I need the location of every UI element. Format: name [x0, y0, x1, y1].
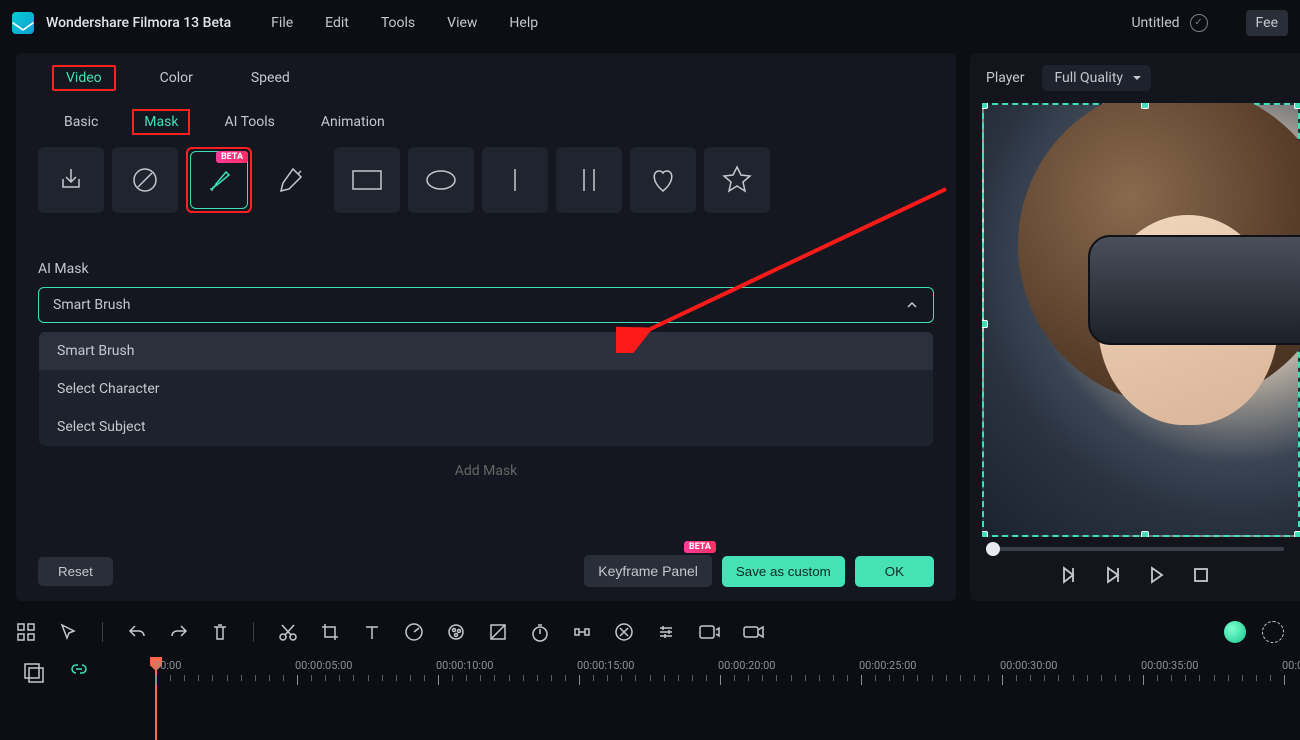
speed-ramp-icon[interactable]	[404, 622, 424, 642]
add-mask-button[interactable]: Add Mask	[38, 463, 934, 479]
player-panel: Player Full Quality	[970, 53, 1300, 601]
delete-icon[interactable]	[211, 622, 229, 642]
timeline-ruler[interactable]: 00:00 00:00:05:00 00:00:10:00 00:00:15:00 00…	[156, 659, 1284, 707]
preview-viewport[interactable]	[982, 103, 1300, 537]
mask-none-icon[interactable]	[112, 147, 178, 213]
chevron-up-icon	[905, 298, 919, 312]
player-label: Player	[986, 70, 1024, 86]
mask-heart-icon[interactable]	[630, 147, 696, 213]
cut-icon[interactable]	[278, 622, 298, 642]
ruler-label: 00:00:30:00	[1000, 659, 1057, 672]
mask-tools-row: BETA	[38, 147, 934, 213]
menu-edit[interactable]: Edit	[325, 15, 349, 31]
reset-button[interactable]: Reset	[38, 557, 113, 586]
clip-selection-box[interactable]	[982, 103, 1300, 537]
mask-ellipse-icon[interactable]	[408, 147, 474, 213]
app-title: Wondershare Filmora 13 Beta	[46, 15, 231, 31]
text-icon[interactable]	[362, 622, 382, 642]
titlebar: Wondershare Filmora 13 Beta File Edit To…	[0, 0, 1300, 45]
prev-frame-icon[interactable]	[1059, 565, 1079, 585]
top-tabs: Video Color Speed	[52, 65, 934, 91]
undo-icon[interactable]	[127, 622, 147, 642]
ruler-label: 00:00:35:00	[1141, 659, 1198, 672]
mask-star-icon[interactable]	[704, 147, 770, 213]
ruler-label: 00:00:25:00	[859, 659, 916, 672]
subtab-ai-tools[interactable]: AI Tools	[212, 109, 286, 135]
subtitle-icon[interactable]	[698, 622, 720, 642]
ruler-label: 00:00:10:00	[436, 659, 493, 672]
subtab-mask[interactable]: Mask	[132, 109, 190, 135]
project-name[interactable]: Untitled	[1131, 15, 1179, 31]
timer-icon[interactable]	[530, 622, 550, 642]
tab-video[interactable]: Video	[52, 65, 116, 91]
mask-import-icon[interactable]	[38, 147, 104, 213]
ai-mask-dropdown[interactable]: Smart Brush Smart Brush Select Character…	[38, 287, 934, 323]
mask-double-line-icon[interactable]	[556, 147, 622, 213]
timeline-toolbar	[16, 615, 1284, 649]
playback-slider[interactable]	[970, 537, 1300, 551]
layout-icon[interactable]	[16, 622, 36, 642]
subtab-basic[interactable]: Basic	[52, 109, 110, 135]
save-as-custom-button[interactable]: Save as custom	[722, 556, 845, 587]
adjust-icon[interactable]	[488, 622, 508, 642]
tab-color[interactable]: Color	[146, 65, 207, 91]
menu-help[interactable]: Help	[509, 15, 538, 31]
keyframe-tool-icon[interactable]	[572, 622, 592, 642]
ai-mask-label: AI Mask	[38, 261, 934, 277]
mask-rectangle-icon[interactable]	[334, 147, 400, 213]
stop-icon[interactable]	[1191, 565, 1211, 585]
mask-single-line-icon[interactable]	[482, 147, 548, 213]
play-icon[interactable]	[1103, 565, 1123, 585]
feedback-button[interactable]: Fee	[1246, 10, 1288, 36]
option-smart-brush[interactable]: Smart Brush	[39, 332, 933, 370]
quality-dropdown[interactable]: Full Quality	[1042, 65, 1151, 91]
ruler-label: 00:00:20:00	[718, 659, 775, 672]
option-select-subject[interactable]: Select Subject	[39, 408, 933, 446]
panel-footer: Reset BETA Keyframe Panel Save as custom…	[38, 555, 934, 587]
playback-controls	[970, 551, 1300, 601]
menu-view[interactable]: View	[447, 15, 477, 31]
motion-icon[interactable]	[614, 622, 634, 642]
inspector-panel: Video Color Speed Basic Mask AI Tools An…	[16, 53, 956, 601]
sub-tabs: Basic Mask AI Tools Animation	[52, 109, 934, 135]
render-icon[interactable]	[1262, 621, 1284, 643]
ruler-label: 00:00:15:00	[577, 659, 634, 672]
ruler-label: 00:00	[154, 659, 181, 672]
menu-tools[interactable]: Tools	[381, 15, 415, 31]
cursor-icon[interactable]	[58, 622, 78, 642]
tab-speed[interactable]: Speed	[237, 65, 304, 91]
menu-file[interactable]: File	[271, 15, 293, 31]
beta-badge: BETA	[216, 151, 248, 163]
dropdown-list: Smart Brush Select Character Select Subj…	[39, 332, 933, 446]
mask-brush-icon[interactable]: BETA	[186, 147, 252, 213]
keyframe-panel-button[interactable]: Keyframe Panel	[584, 555, 712, 587]
ruler-label: 00:00:05:00	[295, 659, 352, 672]
color-icon[interactable]	[446, 622, 466, 642]
app-logo-icon	[12, 12, 34, 34]
redo-icon[interactable]	[169, 622, 189, 642]
dropdown-selected-value: Smart Brush	[53, 297, 130, 313]
option-select-character[interactable]: Select Character	[39, 370, 933, 408]
next-frame-icon[interactable]	[1147, 565, 1167, 585]
ai-assistant-icon[interactable]	[1224, 621, 1246, 643]
timeline-panel: 00:00 00:00:05:00 00:00:10:00 00:00:15:00 00…	[0, 607, 1300, 731]
ruler-label: 00:00:40:00	[1282, 659, 1300, 672]
cloud-sync-icon[interactable]: ✓	[1190, 14, 1208, 32]
add-track-icon[interactable]	[22, 661, 44, 683]
mask-pen-icon[interactable]	[260, 147, 326, 213]
menubar: File Edit Tools View Help	[271, 15, 538, 31]
crop-icon[interactable]	[320, 622, 340, 642]
record-icon[interactable]	[742, 622, 766, 642]
beta-badge: BETA	[684, 541, 716, 553]
link-icon[interactable]	[68, 661, 90, 683]
sliders-icon[interactable]	[656, 622, 676, 642]
ok-button[interactable]: OK	[855, 556, 934, 587]
subtab-animation[interactable]: Animation	[309, 109, 397, 135]
